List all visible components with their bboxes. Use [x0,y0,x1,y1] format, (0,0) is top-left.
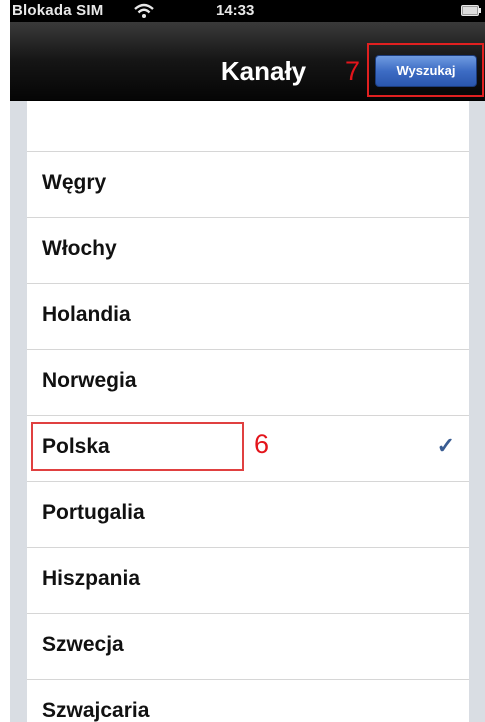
list-item[interactable]: Norwegia [27,350,469,416]
search-button[interactable]: Wyszukaj [375,55,477,87]
status-time: 14:33 [216,2,255,19]
navigation-bar: Kanały 7 Wyszukaj [10,22,485,101]
list-item[interactable]: Szwecja [27,614,469,680]
list-item-label: Szwecja [42,633,124,656]
battery-icon [461,5,481,16]
list-item-selected[interactable]: Polska 6 ✓ [27,416,469,482]
list-item-label: Holandia [42,303,131,326]
list-item-label: Portugalia [42,501,145,524]
channel-list: Węgry Włochy Holandia Norwegia Polska 6 … [27,101,469,722]
checkmark-icon: ✓ [436,433,455,458]
list-item[interactable]: Szwajcaria [27,680,469,722]
list-item-partial[interactable] [27,101,469,152]
list-item[interactable]: Portugalia [27,482,469,548]
list-item[interactable]: Włochy [27,218,469,284]
list-item-label: Polska [42,435,110,458]
list-item-label: Norwegia [42,369,137,392]
list-item-label: Szwajcaria [42,699,150,722]
list-item-label: Hiszpania [42,567,141,590]
list-item[interactable]: Węgry [27,152,469,218]
phone-screen: Blokada SIM 14:33 Kanały 7 Wyszukaj Węgr… [10,0,485,722]
wifi-icon [134,3,154,18]
carrier-label: Blokada SIM [12,2,104,19]
annotation-marker-6: 6 [254,429,270,459]
list-item[interactable]: Hiszpania [27,548,469,614]
list-item-label: Włochy [42,237,117,260]
annotation-marker-7: 7 [345,56,361,86]
status-bar: Blokada SIM 14:33 [10,0,485,22]
list-item[interactable]: Holandia [27,284,469,350]
list-item-label: Węgry [42,171,107,194]
